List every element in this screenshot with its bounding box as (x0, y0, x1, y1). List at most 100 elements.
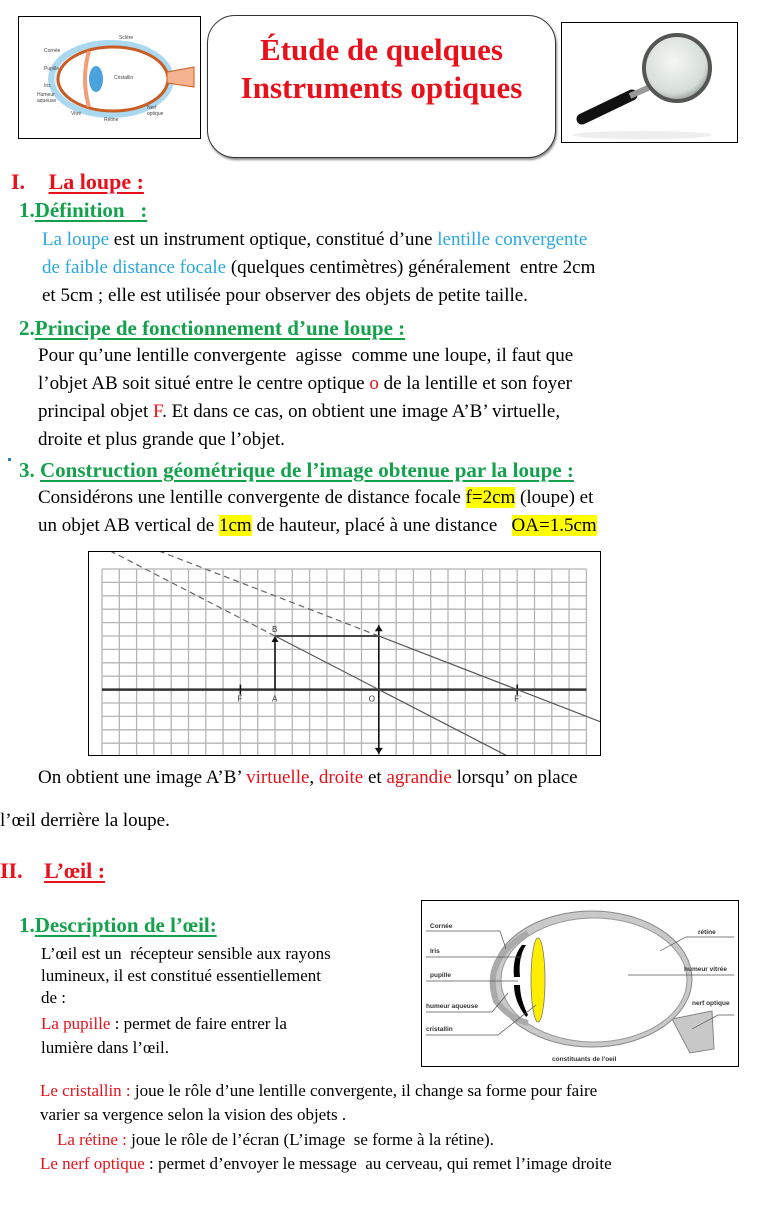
term-la-loupe: La loupe (42, 229, 110, 250)
text: lorsqu’ on place (451, 767, 578, 788)
text: de la lentille et son foyer (378, 373, 572, 394)
subsection-title: Construction géométrique de l’image obte… (40, 458, 574, 482)
section-1-title: La loupe : (48, 169, 144, 194)
grid (101, 568, 588, 758)
text: joue le rôle de l’écran (L’image se form… (126, 1130, 494, 1149)
label-b: B (272, 625, 277, 634)
principle-line-2: l’objet AB soit situé entre le centre op… (38, 370, 572, 398)
subsection-title: Définition : (34, 198, 148, 222)
eye-diagram-caption: constituants de l'oeil (552, 1056, 617, 1063)
eye-label-cristallin: cristallin (426, 1026, 453, 1033)
text: (loupe) et (515, 487, 594, 508)
subsection-number: 1. (19, 913, 35, 937)
eye-description-line-2: lumineux, il est constitué essentielleme… (41, 966, 321, 985)
term-o: o (369, 373, 379, 394)
section-1-number: I. (11, 169, 26, 194)
highlight-object-distance: OA=1.5cm (511, 515, 597, 536)
subsection-number: 2. (19, 316, 35, 340)
text: est un instrument optique, constitué d’u… (109, 229, 438, 250)
eye-label-nerf-optique: nerf optique (692, 1000, 730, 1007)
eye-label-cornee: Cornée (430, 923, 453, 930)
term-retine: La rétine : (57, 1130, 127, 1149)
text: : permet de faire entrer la (110, 1014, 287, 1033)
ray-refracted-through-f-prime (378, 635, 758, 784)
text: principal objet (38, 401, 154, 422)
subsection-title: Principe de fonctionnement d’une loupe : (34, 316, 406, 340)
subsection-number: 3. (19, 458, 35, 482)
section-2-heading: II. L’œil : (0, 858, 105, 884)
retine-line: La rétine : joue le rôle de l’écran (L’i… (57, 1128, 494, 1152)
pupille-line-1: La pupille : permet de faire entrer la (41, 1012, 287, 1036)
svg-text:Pupille: Pupille (44, 66, 59, 72)
definition-line-3: et 5cm ; elle est utilisée pour observer… (42, 285, 528, 306)
label-o: O (369, 695, 375, 704)
pupille-line-2: lumière dans l’œil. (41, 1038, 169, 1057)
subsection-number: 1. (19, 198, 35, 222)
svg-text:Vitré: Vitré (71, 111, 81, 117)
lens-arrow-top (374, 625, 383, 632)
eye-description-line-3: de : (41, 988, 67, 1007)
eye-anatomy-illustration: Cornée Sclère Pupille Cristallin Iris Hu… (37, 35, 195, 123)
text: : permet d’envoyer le message au cerveau… (144, 1154, 612, 1173)
eye-description-line-1: L’œil est un récepteur sensible aux rayo… (41, 944, 331, 963)
eye-anatomy-image: Cornée Sclère Pupille Cristallin Iris Hu… (18, 16, 201, 139)
nerf-optique-line: Le nerf optique : permet d’envoyer le me… (40, 1152, 612, 1176)
definition-line-1: La loupe est un instrument optique, cons… (42, 226, 587, 254)
highlight-object-height: 1cm (218, 515, 252, 536)
text: , (309, 767, 319, 788)
term-f: F (153, 401, 163, 422)
construction-line-2: un objet AB vertical de 1cm de hauteur, … (38, 512, 597, 540)
label-f: F (237, 695, 242, 704)
magnifying-glass-image (561, 22, 738, 143)
term-lentille-convergente: lentille convergente (437, 229, 588, 250)
term-nerf-optique: Le nerf optique (40, 1154, 145, 1173)
magnifying-glass-icon (572, 33, 712, 139)
ray-diagram: A’ B’ F A B O F’ (0, 488, 758, 830)
conclusion-line-2: l’œil derrière la loupe. (0, 810, 170, 831)
svg-text:optique: optique (147, 111, 164, 117)
section-2-number: II. (0, 858, 23, 883)
subsection-1-3-heading: 3. Construction géométrique de l’image o… (19, 457, 574, 483)
svg-text:aqueuse: aqueuse (37, 98, 56, 104)
subsection-1-2-heading: 2.Principe de fonctionnement d’une loupe… (19, 315, 405, 341)
subsection-2-1-heading: 1.Description de l’œil: (19, 912, 217, 938)
cristallin-line-2: varier sa vergence selon la vision des o… (40, 1105, 347, 1124)
text: et (363, 767, 387, 788)
term-virtuelle: virtuelle (246, 767, 310, 788)
title-box: Étude de quelques Instruments optiques (207, 15, 556, 158)
cristallin-line-1: Le cristallin : joue le rôle d’une lenti… (40, 1079, 597, 1103)
principle-line-4: droite et plus grande que l’objet. (38, 429, 285, 450)
svg-text:Sclère: Sclère (119, 35, 133, 41)
lens-arrow-bottom (374, 747, 383, 754)
conclusion-line-1: On obtient une image A’B’ virtuelle, dro… (38, 764, 578, 792)
term-cristallin: Le cristallin : (40, 1081, 131, 1100)
term-faible-distance-focale: de faible distance focale (42, 257, 227, 278)
text: joue le rôle d’une lentille convergente,… (130, 1081, 598, 1100)
label-a: A (272, 695, 278, 704)
eye-label-iris: Iris (430, 948, 440, 955)
label-f-prime: F’ (514, 695, 521, 704)
page-title-line1: Étude de quelques (260, 32, 503, 67)
section-1-heading: I. La loupe : (11, 169, 144, 195)
svg-text:Rétine: Rétine (104, 117, 119, 123)
bullet-marker (8, 458, 11, 461)
text: Considérons une lentille convergente de … (38, 487, 466, 508)
term-droite: droite (318, 767, 364, 788)
highlight-focal-length: f=2cm (465, 487, 516, 508)
ray-diagram-svg: A’ B’ F A B O F’ (0, 488, 758, 830)
construction-line-1: Considérons une lentille convergente de … (38, 484, 593, 512)
eye-label-pupille: pupille (430, 972, 451, 979)
svg-text:Iris: Iris (44, 83, 51, 89)
subsection-title: Description de l’œil: (34, 913, 217, 937)
principle-line-3: principal objet F. Et dans ce cas, on ob… (38, 398, 560, 426)
eye-label-humeur-vitree: humeur vitrée (684, 966, 727, 973)
virtual-extension-1 (0, 488, 380, 637)
text: de hauteur, placé à une distance (251, 515, 512, 536)
eye-label-humeur-aqueuse: humeur aqueuse (426, 1003, 478, 1010)
text: l’objet AB soit situé entre le centre op… (38, 373, 370, 394)
eye-diagram: Cornée Iris pupille humeur aqueuse crist… (421, 900, 739, 1067)
text: On obtient une image A’B’ (38, 767, 247, 788)
subsection-1-1-heading: 1.Définition : (19, 197, 147, 223)
definition-line-2: de faible distance focale (quelques cent… (42, 254, 595, 282)
section-2-title: L’œil : (44, 858, 106, 883)
